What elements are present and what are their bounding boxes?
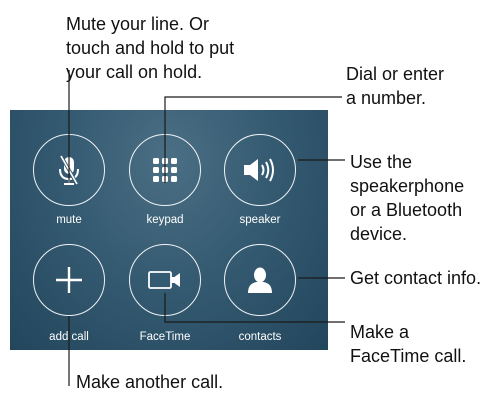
- microphone-muted-icon: [59, 155, 79, 185]
- keypad-callout: Dial or enter a number.: [346, 64, 445, 108]
- add-call-button[interactable]: [33, 244, 105, 316]
- mute-button-label: mute: [56, 214, 82, 226]
- facetime-button-label: FaceTime: [139, 331, 191, 343]
- person-icon: [248, 267, 272, 293]
- speaker-icon: [244, 158, 274, 182]
- plus-icon: [56, 267, 82, 293]
- add-call-button-label: add call: [49, 331, 89, 343]
- speaker-button[interactable]: [224, 134, 296, 206]
- add-call-callout: Make another call.: [76, 372, 224, 392]
- facetime-callout: Make a FaceTime call.: [350, 322, 467, 366]
- contacts-callout: Get contact info.: [350, 268, 482, 288]
- contacts-button-label: contacts: [238, 331, 282, 343]
- video-camera-icon: [148, 271, 180, 289]
- keypad-grid-icon: [153, 158, 177, 182]
- mute-callout: Mute your line. Or touch and hold to put…: [66, 14, 235, 82]
- contacts-button[interactable]: [224, 244, 296, 316]
- facetime-button[interactable]: [129, 244, 201, 316]
- speaker-button-label: speaker: [239, 214, 281, 226]
- in-call-button-panel: mute keypad speaker add call FaceTime co…: [10, 110, 328, 350]
- mute-button[interactable]: [33, 134, 105, 206]
- speaker-callout: Use the speakerphone or a Bluetooth devi…: [350, 152, 465, 244]
- keypad-button[interactable]: [129, 134, 201, 206]
- keypad-button-label: keypad: [146, 214, 184, 226]
